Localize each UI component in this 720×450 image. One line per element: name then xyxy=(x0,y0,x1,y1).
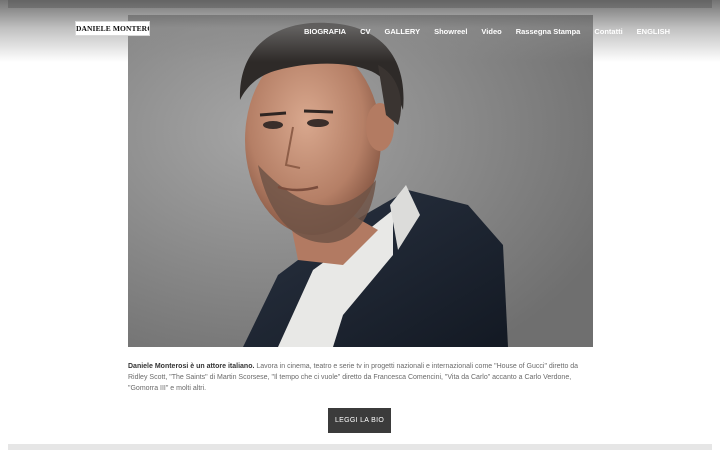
nav-item-contatti[interactable]: Contatti xyxy=(594,27,622,36)
nav-item-rassegna-stampa[interactable]: Rassegna Stampa xyxy=(516,27,581,36)
hero-portrait-image xyxy=(128,15,593,347)
site-logo[interactable]: DANIELE MONTEROSI xyxy=(75,21,150,36)
nav-item-video[interactable]: Video xyxy=(481,27,501,36)
bio-intro-text: Daniele Monterosi è un attore italiano. … xyxy=(128,361,596,394)
nav-item-biografia[interactable]: BIOGRAFIA xyxy=(304,27,346,36)
nav-item-cv[interactable]: CV xyxy=(360,27,370,36)
nav-item-showreel[interactable]: Showreel xyxy=(434,27,467,36)
bio-lead: Daniele Monterosi è un attore italiano. xyxy=(128,363,255,370)
nav-item-gallery[interactable]: GALLERY xyxy=(385,27,421,36)
read-bio-button[interactable]: LEGGI LA BIO xyxy=(328,408,391,433)
bottom-strip xyxy=(8,444,712,450)
main-nav: BIOGRAFIA CV GALLERY Showreel Video Rass… xyxy=(304,27,684,36)
nav-item-english[interactable]: ENGLISH xyxy=(637,27,670,36)
